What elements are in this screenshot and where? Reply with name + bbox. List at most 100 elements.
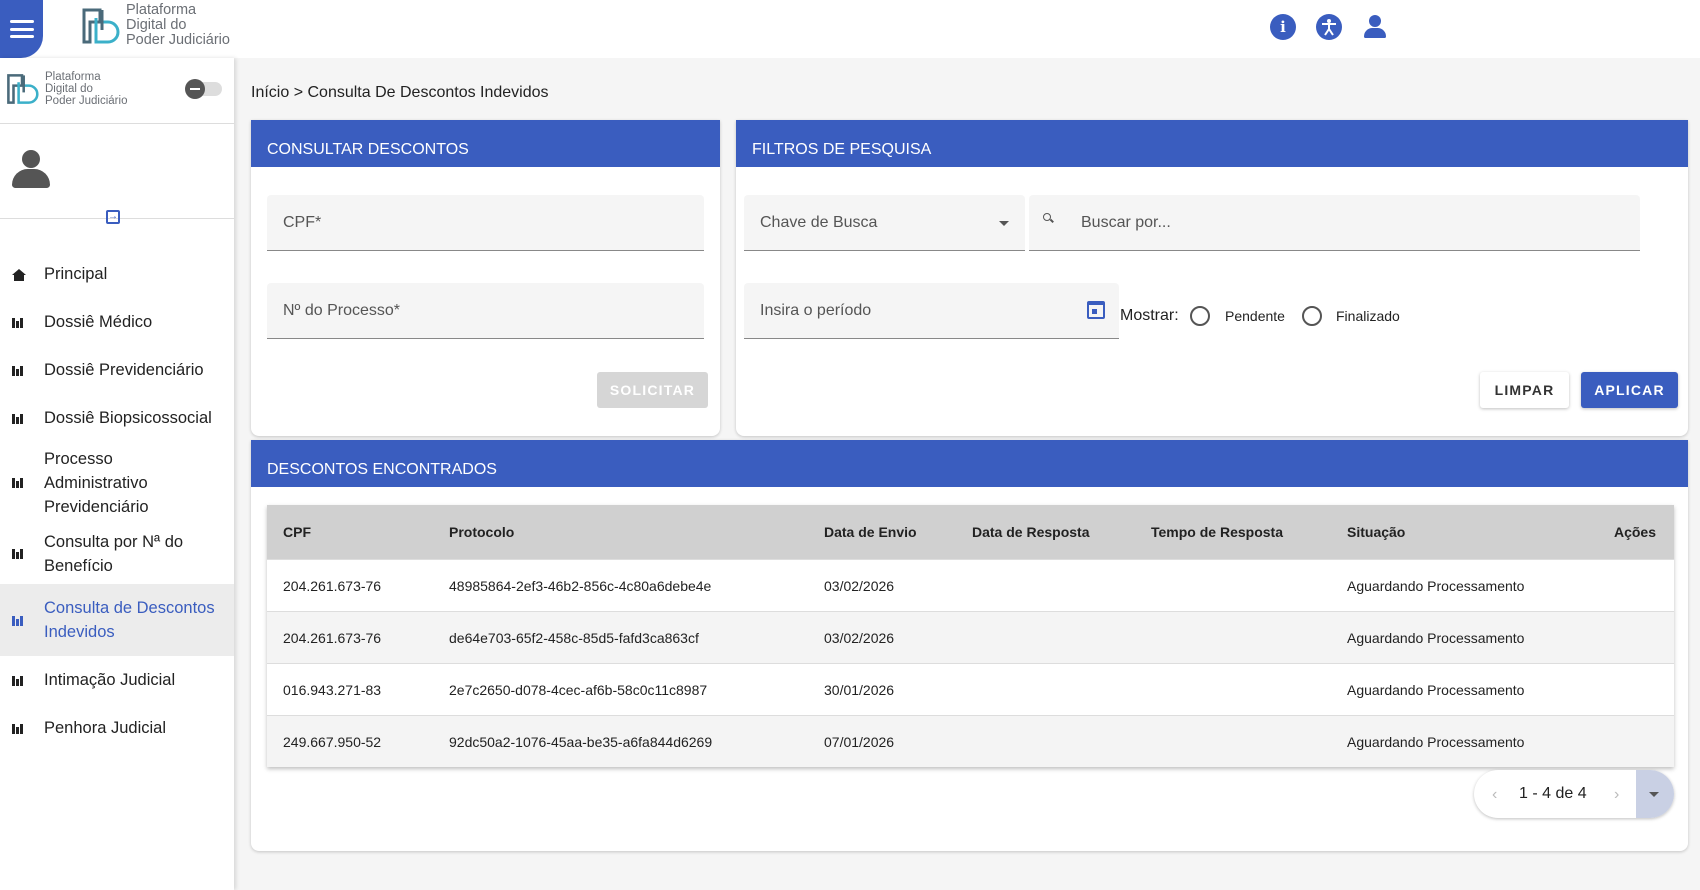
cell-data-envio: 07/01/2026 <box>824 733 895 750</box>
table-row[interactable]: 249.667.950-52 92dc50a2-1076-45aa-be35-a… <box>267 715 1674 767</box>
menu-button[interactable] <box>0 0 43 58</box>
sidebar: Plataforma Digital do Poder Judiciário →… <box>0 58 234 890</box>
hamburger-icon <box>9 20 34 38</box>
breadcrumb-home[interactable]: Início <box>251 84 289 101</box>
cell-data-envio: 03/02/2026 <box>824 629 895 646</box>
aplicar-button[interactable]: APLICAR <box>1581 372 1678 408</box>
table-row[interactable]: 204.261.673-76 48985864-2ef3-46b2-856c-4… <box>267 559 1674 611</box>
filtros-card-title: FILTROS DE PESQUISA <box>736 120 1688 167</box>
user-icon[interactable] <box>1362 14 1388 40</box>
sidebar-item-intimacao-judicial[interactable]: Intimação Judicial <box>0 656 234 704</box>
mostrar-label: Mostrar: <box>1120 307 1179 324</box>
buscar-placeholder: Buscar por... <box>1081 214 1171 231</box>
column-header-data-resposta: Data de Resposta <box>972 524 1090 540</box>
calendar-icon[interactable] <box>1087 301 1105 319</box>
cpf-field[interactable]: CPF* <box>267 195 704 251</box>
header-icons: i <box>1270 14 1388 40</box>
info-icon[interactable]: i <box>1270 14 1296 40</box>
processo-placeholder: Nº do Processo* <box>283 302 401 319</box>
cell-cpf: 016.943.271-83 <box>283 681 382 698</box>
sidebar-item-label: Penhora Judicial <box>44 719 166 737</box>
sidebar-item-dossie-biopsicossocial[interactable]: Dossiê Biopsicossocial <box>0 394 234 442</box>
cell-cpf: 204.261.673-76 <box>283 577 382 594</box>
next-page-icon[interactable]: › <box>1614 786 1619 804</box>
cell-data-envio: 03/02/2026 <box>824 577 895 594</box>
cell-situacao: Aguardando Processamento <box>1347 577 1525 594</box>
logo-line: Digital do <box>126 17 187 34</box>
limpar-button[interactable]: LIMPAR <box>1480 372 1569 408</box>
cell-protocolo: 92dc50a2-1076-45aa-be35-a6fa844d6269 <box>449 733 713 750</box>
table-row[interactable]: 204.261.673-76 de64e703-65f2-458c-85d5-f… <box>267 611 1674 663</box>
cell-protocolo: de64e703-65f2-458c-85d5-fafd3ca863cf <box>449 629 699 646</box>
cell-data-envio: 30/01/2026 <box>824 681 895 698</box>
logo-line: Plataforma <box>126 2 197 18</box>
sidebar-item-label: Processo Administrativo Previdenciário <box>44 449 149 516</box>
column-header-data-envio: Data de Envio <box>824 524 917 540</box>
sidebar-item-consulta-descontos[interactable]: Consulta de Descontos Indevidos <box>0 584 234 656</box>
pdpj-logo-icon <box>7 74 39 104</box>
chave-busca-value: Chave de Busca <box>760 214 878 231</box>
breadcrumb-current: Consulta De Descontos Indevidos <box>307 84 549 101</box>
sidebar-item-label: Dossiê Médico <box>44 313 153 331</box>
cell-cpf: 204.261.673-76 <box>283 629 382 646</box>
breadcrumb: Início > Consulta De Descontos Indevidos <box>251 84 549 102</box>
previous-page-icon[interactable]: ‹ <box>1492 786 1497 804</box>
sidebar-item-principal[interactable]: Principal <box>0 250 234 298</box>
buscar-input[interactable]: Buscar por... <box>1029 195 1640 251</box>
radio-finalizado[interactable] <box>1302 306 1322 326</box>
sidebar-item-label: Dossiê Biopsicossocial <box>44 409 212 427</box>
column-header-cpf: CPF <box>283 524 311 540</box>
library-icon <box>12 365 25 376</box>
user-area <box>0 124 234 219</box>
table-header: CPF Protocolo Data de Envio Data de Resp… <box>267 505 1674 559</box>
filtros-card: FILTROS DE PESQUISA Chave de Busca Busca… <box>736 120 1688 436</box>
pagination-range: 1 - 4 de 4 <box>1519 785 1587 802</box>
search-icon <box>1043 213 1051 221</box>
cell-situacao: Aguardando Processamento <box>1347 681 1525 698</box>
radio-pendente[interactable] <box>1190 306 1210 326</box>
breadcrumb-separator: > <box>293 84 304 101</box>
library-icon <box>12 723 25 734</box>
periodo-field[interactable]: Insira o período <box>744 283 1119 339</box>
library-icon <box>12 675 25 686</box>
sidebar-item-consulta-beneficio[interactable]: Consulta por Nª do Benefício <box>0 523 234 584</box>
sidebar-item-dossie-medico[interactable]: Dossiê Médico <box>0 298 234 346</box>
logo-line: Poder Judiciário <box>126 32 230 49</box>
descontos-table: CPF Protocolo Data de Envio Data de Resp… <box>267 505 1674 767</box>
logo-line: Poder Judiciário <box>45 95 128 108</box>
cell-situacao: Aguardando Processamento <box>1347 629 1525 646</box>
theme-toggle[interactable] <box>185 79 222 99</box>
cpf-placeholder: CPF* <box>283 214 322 231</box>
library-icon <box>12 317 25 328</box>
library-icon <box>12 477 25 488</box>
dropdown-caret-icon <box>999 221 1009 226</box>
processo-field[interactable]: Nº do Processo* <box>267 283 704 339</box>
table-row[interactable]: 016.943.271-83 2e7c2650-d078-4cec-af6b-5… <box>267 663 1674 715</box>
login-icon[interactable]: → <box>106 210 120 224</box>
sidebar-item-penhora-judicial[interactable]: Penhora Judicial <box>0 704 234 752</box>
chave-busca-select[interactable]: Chave de Busca <box>744 195 1025 251</box>
logo-line: Digital do <box>45 83 93 96</box>
cell-situacao: Aguardando Processamento <box>1347 733 1525 750</box>
sidebar-item-label: Consulta de Descontos Indevidos <box>44 599 215 641</box>
sidebar-header: Plataforma Digital do Poder Judiciário <box>0 58 234 124</box>
library-icon <box>12 413 25 424</box>
accessibility-icon[interactable] <box>1316 14 1342 40</box>
paginator: ‹ 1 - 4 de 4 › <box>1474 770 1674 818</box>
sidebar-item-label: Consulta por Nª do Benefício <box>44 532 184 575</box>
logo-line: Plataforma <box>45 71 101 83</box>
consultar-card-title: CONSULTAR DESCONTOS <box>251 120 720 167</box>
radio-pendente-label[interactable]: Pendente <box>1225 308 1285 324</box>
radio-finalizado-label[interactable]: Finalizado <box>1336 308 1400 324</box>
column-header-acoes: Ações <box>1613 524 1656 540</box>
sidebar-item-dossie-previdenciario[interactable]: Dossiê Previdenciário <box>0 346 234 394</box>
sidebar-nav: Principal Dossiê Médico Dossiê Previdenc… <box>0 250 234 752</box>
sidebar-item-processo-administrativo[interactable]: Processo Administrativo Previdenciário <box>0 442 234 523</box>
header-logo: Plataforma Digital do Poder Judiciário <box>80 2 230 49</box>
column-header-situacao: Situação <box>1347 524 1406 540</box>
solicitar-button[interactable]: SOLICITAR <box>597 372 708 408</box>
periodo-placeholder: Insira o período <box>760 302 872 319</box>
sidebar-item-label: Intimação Judicial <box>44 671 176 689</box>
library-icon <box>12 615 25 626</box>
sidebar-logo-text: Plataforma Digital do Poder Judiciário <box>45 71 127 107</box>
